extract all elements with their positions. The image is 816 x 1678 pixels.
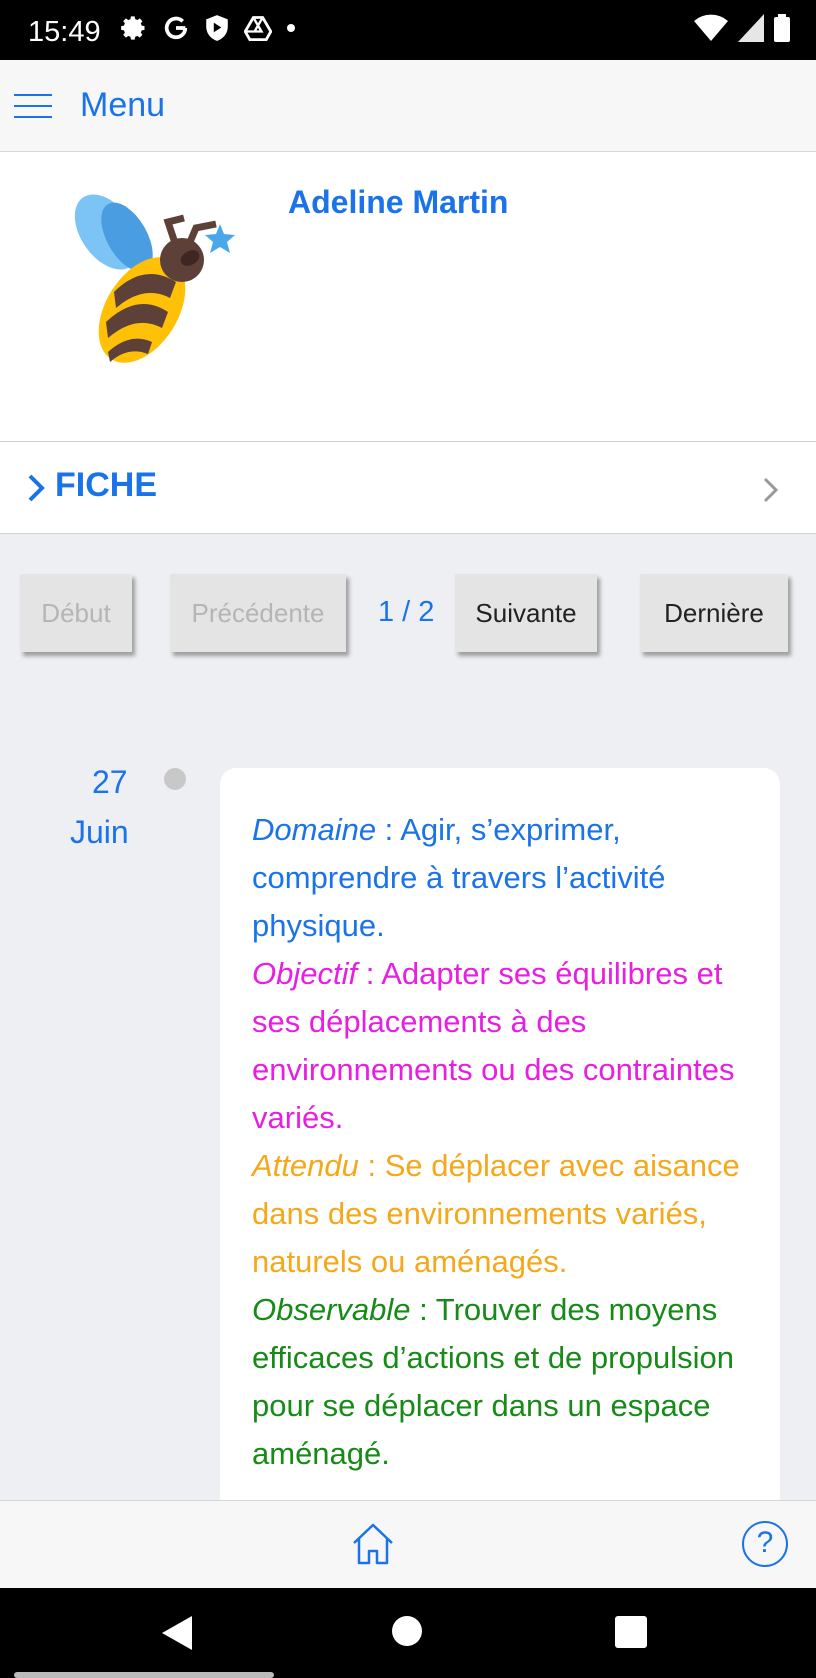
attendu-paragraph: Attendu : Se déplacer avec aisance dans …	[252, 1142, 750, 1286]
shield-play-icon	[206, 15, 228, 41]
timeline-dot	[164, 768, 186, 790]
content-area: Début Précédente 1 / 2 Suivante Dernière…	[0, 534, 816, 1500]
drive-icon	[244, 16, 272, 41]
next-page-button[interactable]: Suivante	[455, 574, 597, 652]
status-left-icons	[120, 14, 296, 42]
help-icon[interactable]: ?	[742, 1521, 788, 1567]
previous-page-button[interactable]: Précédente	[170, 574, 346, 652]
profile-section: Adeline Martin	[0, 152, 816, 442]
system-nav-bar	[0, 1588, 816, 1678]
gear-icon	[121, 16, 145, 40]
objectif-label: Objectif	[252, 956, 358, 991]
pagination: Début Précédente 1 / 2 Suivante Dernière	[20, 574, 800, 654]
menu-button-label[interactable]: Menu	[80, 86, 165, 125]
observable-label: Observable	[252, 1292, 411, 1327]
status-right-icons	[694, 14, 790, 42]
google-icon	[164, 16, 188, 40]
entry-date-month: Juin	[70, 814, 129, 850]
last-page-button[interactable]: Dernière	[640, 574, 788, 652]
home-circle-icon[interactable]	[392, 1616, 422, 1646]
domaine-paragraph: Domaine : Agir, s’exprimer, comprendre à…	[252, 806, 750, 950]
bee-star-icon	[74, 194, 235, 363]
back-icon[interactable]	[162, 1616, 192, 1650]
page-count: 1 / 2	[378, 596, 435, 628]
domaine-label: Domaine	[252, 812, 377, 847]
fiche-label[interactable]: FICHE	[55, 466, 157, 505]
bottom-bar: ?	[0, 1500, 816, 1588]
first-page-button[interactable]: Début	[20, 574, 132, 652]
entry-card: Domaine : Agir, s’exprimer, comprendre à…	[220, 768, 780, 1500]
attendu-label: Attendu	[252, 1148, 359, 1183]
objectif-paragraph: Objectif : Adapter ses équilibres et ses…	[252, 950, 750, 1142]
chevron-right-icon	[28, 474, 45, 502]
dot-icon	[287, 24, 295, 32]
hamburger-menu-icon[interactable]	[14, 94, 52, 120]
app-header: Menu	[0, 60, 816, 152]
home-icon[interactable]	[350, 1521, 396, 1567]
chevron-right-icon[interactable]	[762, 476, 780, 504]
wifi-icon	[694, 14, 728, 41]
entry-date-day: 27	[92, 764, 128, 800]
status-bar: 15:49	[0, 0, 816, 60]
observable-paragraph: Observable : Trouver des moyens efficace…	[252, 1286, 750, 1478]
fiche-row[interactable]: FICHE	[0, 442, 816, 534]
signal-icon	[738, 14, 764, 42]
status-time: 15:49	[28, 16, 101, 48]
battery-icon	[774, 14, 790, 42]
recent-apps-icon[interactable]	[615, 1616, 647, 1648]
nav-indicator	[14, 1672, 274, 1678]
profile-name: Adeline Martin	[288, 184, 509, 220]
